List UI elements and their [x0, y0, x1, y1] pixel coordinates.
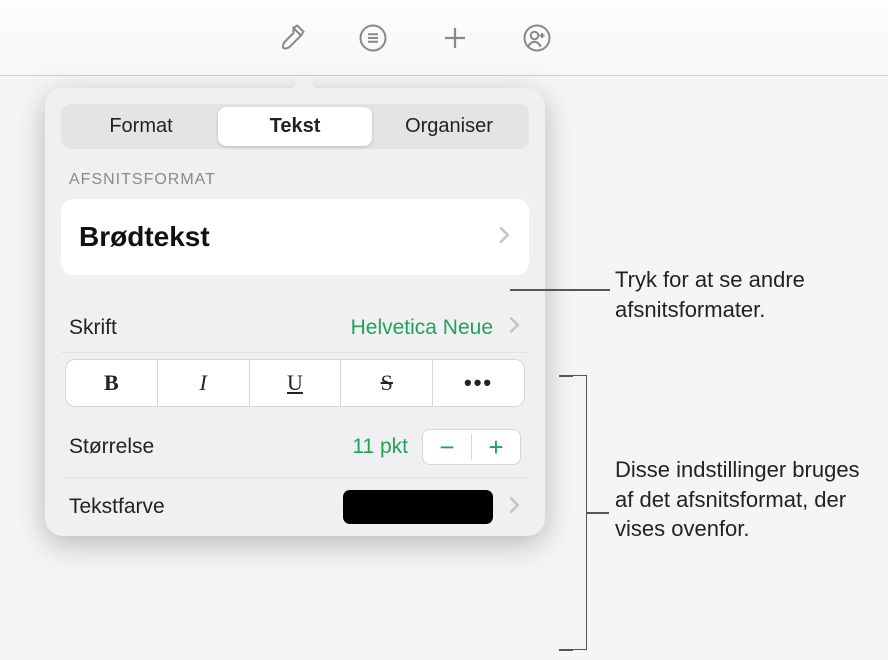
section-label-afsnitsformat: AFSNITSFORMAT [69, 171, 521, 189]
tab-format[interactable]: Format [64, 107, 218, 146]
tab-organize[interactable]: Organiser [372, 107, 526, 146]
format-panel: Format Tekst Organiser AFSNITSFORMAT Brø… [45, 88, 545, 536]
size-decrease-button[interactable]: − [423, 430, 471, 464]
brush-icon[interactable] [274, 21, 308, 55]
annotation-paragraph-styles: Tryk for at se andre afsnitsformater. [615, 265, 880, 324]
collaborate-icon[interactable] [520, 21, 554, 55]
italic-button[interactable]: I [158, 360, 250, 406]
underline-button[interactable]: U [250, 360, 342, 406]
size-increase-button[interactable]: + [472, 430, 520, 464]
size-label: Størrelse [69, 435, 154, 459]
more-styles-button[interactable]: ••• [433, 360, 524, 406]
callout-line [559, 649, 573, 651]
callout-line [587, 512, 609, 514]
callout-line [510, 289, 610, 291]
tab-segmented-control: Format Tekst Organiser [61, 104, 529, 149]
size-row: Størrelse 11 pkt − + [61, 417, 529, 478]
chevron-right-icon [497, 225, 511, 250]
font-value: Helvetica Neue [351, 316, 493, 340]
strikethrough-button[interactable]: S [341, 360, 433, 406]
font-row[interactable]: Skrift Helvetica Neue [61, 303, 529, 353]
text-color-swatch[interactable] [343, 490, 493, 524]
tab-text[interactable]: Tekst [218, 107, 372, 146]
size-value: 11 pkt [352, 435, 408, 459]
chevron-right-icon [507, 495, 521, 520]
plus-icon[interactable] [438, 21, 472, 55]
paragraph-style-selector[interactable]: Brødtekst [61, 199, 529, 275]
size-stepper: − + [422, 429, 521, 465]
text-color-label: Tekstfarve [69, 495, 165, 519]
callout-bracket [573, 375, 587, 650]
callout-line [559, 375, 573, 377]
top-toolbar [0, 0, 888, 76]
text-style-group: B I U S ••• [65, 359, 525, 407]
text-color-row[interactable]: Tekstfarve [61, 478, 529, 536]
chevron-right-icon [507, 315, 521, 340]
paragraph-style-name: Brødtekst [79, 221, 210, 253]
font-label: Skrift [69, 316, 117, 340]
annotation-settings: Disse indstillinger bruges af det afsnit… [615, 455, 875, 544]
bold-button[interactable]: B [66, 360, 158, 406]
list-circle-icon[interactable] [356, 21, 390, 55]
